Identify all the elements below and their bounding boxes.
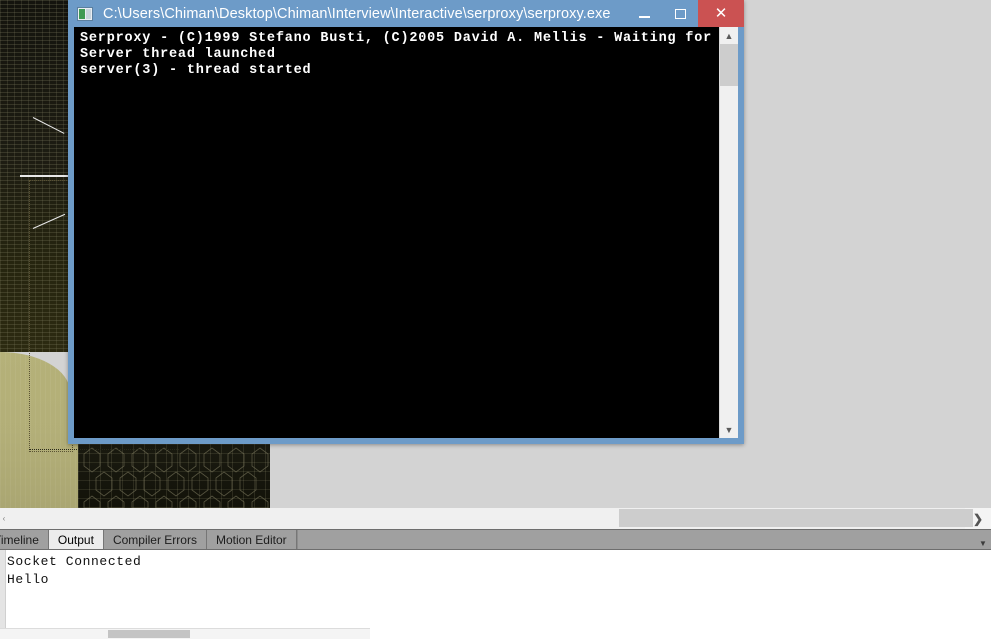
output-panel-text: Socket Connected Hello — [7, 554, 142, 587]
scroll-up-icon[interactable]: ▲ — [720, 27, 738, 44]
hscroll-thumb[interactable] — [619, 509, 973, 527]
minimize-icon — [638, 15, 650, 18]
screen-root: C:\Users\Chiman\Desktop\Chiman\Interview… — [0, 0, 991, 639]
hscroll-left-icon[interactable]: ‹ — [0, 508, 8, 529]
serproxy-console-window[interactable]: C:\Users\Chiman\Desktop\Chiman\Interview… — [68, 0, 744, 444]
console-body[interactable]: Serproxy - (C)1999 Stefano Busti, (C)200… — [74, 27, 738, 438]
console-output-text: Serproxy - (C)1999 Stefano Busti, (C)200… — [80, 31, 712, 78]
output-gutter — [0, 550, 6, 639]
window-title: C:\Users\Chiman\Desktop\Chiman\Interview… — [103, 5, 611, 22]
window-titlebar[interactable]: C:\Users\Chiman\Desktop\Chiman\Interview… — [68, 0, 744, 27]
tab-compiler-errors[interactable]: Compiler Errors — [103, 530, 207, 549]
wallpaper-hex-overlay — [78, 444, 270, 508]
tab-timeline[interactable]: Timeline — [0, 530, 49, 549]
scroll-down-icon[interactable]: ▼ — [720, 421, 738, 438]
window-controls: ✕ — [626, 0, 744, 27]
close-icon: ✕ — [714, 5, 728, 22]
minimize-button[interactable] — [626, 0, 662, 27]
console-app-icon — [77, 6, 93, 21]
hscroll-track[interactable] — [8, 508, 973, 529]
wallpaper-dotted-baseline — [29, 449, 179, 450]
ide-tab-bar: Timeline Output Compiler Errors Motion E… — [0, 529, 991, 550]
tab-output[interactable]: Output — [48, 530, 104, 549]
maximize-button[interactable] — [662, 0, 698, 27]
console-vertical-scrollbar[interactable]: ▲ ▼ — [719, 27, 738, 438]
output-hscroll-thumb[interactable] — [108, 630, 190, 638]
console-scroll-track[interactable] — [720, 44, 738, 421]
tab-bar-filler — [296, 530, 975, 549]
maximize-icon — [674, 8, 686, 19]
console-scroll-thumb[interactable] — [720, 44, 738, 86]
chevron-down-icon[interactable]: ▼ — [975, 530, 991, 549]
tab-motion-editor[interactable]: Motion Editor — [206, 530, 297, 549]
ide-horizontal-scrollbar[interactable]: ‹ ❯ — [0, 508, 991, 530]
close-button[interactable]: ✕ — [698, 0, 744, 27]
wallpaper-accent-line-2 — [20, 175, 68, 177]
output-horizontal-scrollbar[interactable] — [0, 628, 370, 639]
output-panel[interactable]: Socket Connected Hello — [0, 550, 991, 639]
